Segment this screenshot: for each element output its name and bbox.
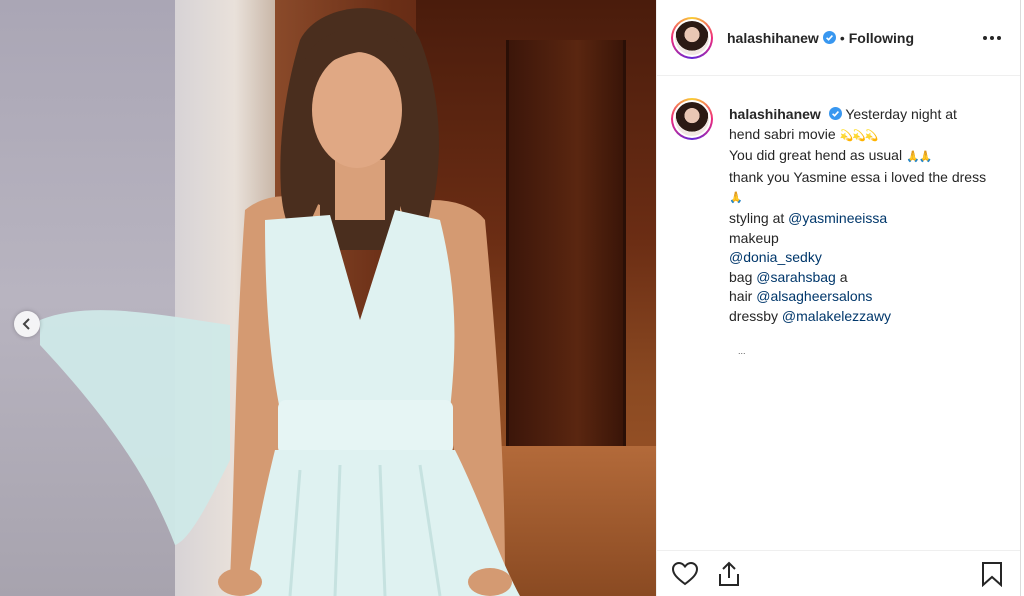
- hair-label: hair: [729, 288, 753, 305]
- mention-link[interactable]: @alsagheersalons: [756, 288, 872, 304]
- styling-label: styling at: [729, 209, 785, 226]
- avatar[interactable]: [671, 16, 713, 59]
- username-link[interactable]: halashihanew: [727, 30, 819, 46]
- verified-badge-icon: [828, 107, 842, 120]
- makeup-label: makeup: [729, 229, 779, 246]
- following-button[interactable]: Following: [849, 30, 914, 46]
- post-photo: [0, 0, 656, 596]
- bag-label: bag: [729, 268, 753, 285]
- more-options-icon[interactable]: [980, 28, 1004, 48]
- action-bar: [657, 550, 1020, 596]
- chevron-left-icon[interactable]: [14, 311, 40, 337]
- caption: halashihanew Yesterday night at hend sab…: [671, 98, 1011, 327]
- dizzy-emoji: 💫💫💫: [839, 129, 879, 142]
- caption-avatar[interactable]: [671, 98, 713, 140]
- mention-link[interactable]: @yasmineeissa: [788, 210, 887, 226]
- bag-suffix: a: [839, 268, 848, 285]
- caption-username[interactable]: halashihanew: [729, 106, 821, 122]
- heart-icon[interactable]: [671, 560, 699, 588]
- share-icon[interactable]: [715, 560, 743, 588]
- truncated-caption-mark: ...: [738, 346, 746, 356]
- bookmark-icon[interactable]: [978, 560, 1006, 588]
- photo-person: [40, 8, 520, 596]
- mention-link[interactable]: @sarahsbag: [756, 269, 836, 285]
- caption-text: halashihanew Yesterday night at hend sab…: [729, 105, 989, 327]
- dress-label: dressby: [729, 307, 779, 324]
- mention-link[interactable]: @malakelezzawy: [782, 308, 891, 324]
- caption-line-3: thank you Yasmine essa i loved the dress: [729, 168, 987, 185]
- mention-link[interactable]: @donia_sedky: [729, 249, 822, 265]
- pray-emoji: 🙏🙏: [905, 151, 932, 164]
- pray-emoji: 🙏: [729, 192, 743, 205]
- post-side-panel: halashihanew • Following halashihanew Ye…: [656, 0, 1021, 596]
- post-header: halashihanew • Following: [657, 0, 1020, 76]
- caption-line-2: You did great hend as usual: [729, 147, 903, 164]
- separator-dot: •: [839, 29, 845, 46]
- verified-badge-icon: [822, 31, 836, 44]
